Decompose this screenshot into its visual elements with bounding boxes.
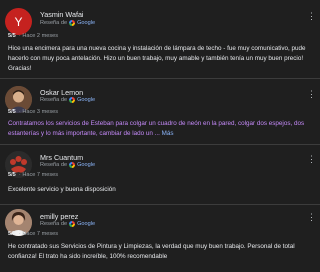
review-card: emilly perez Reseña de Google ⋮ 5/5 · Ha… <box>0 206 320 272</box>
more-options-icon[interactable]: ⋮ <box>307 155 316 164</box>
google-label: Google <box>77 162 96 168</box>
review-source: Reseña de Google <box>40 20 95 26</box>
reviewer-name[interactable]: Mrs Cuantum <box>40 153 83 162</box>
reviewer-name[interactable]: Yasmin Wafai <box>40 10 84 19</box>
reviewer-name[interactable]: Oskar Lemon <box>40 88 83 97</box>
google-icon <box>69 221 76 227</box>
review-source: Reseña de Google <box>40 97 95 103</box>
review-source: Reseña de Google <box>40 221 95 227</box>
google-icon <box>69 97 76 103</box>
more-options-icon[interactable]: ⋮ <box>307 90 316 99</box>
review-text: Contratamos los servicios de Esteban par… <box>8 119 314 139</box>
review-card: Oskar Lemon Reseña de Google ⋮ 5/5 · Hac… <box>0 80 320 144</box>
google-label: Google <box>77 221 96 227</box>
review-time: Hace 7 meses <box>22 231 59 237</box>
review-text: Excelente servicio y buena disposición <box>8 186 116 193</box>
review-source: Reseña de Google <box>40 162 95 168</box>
review-meta: 5/5 · Hace 7 meses <box>8 172 59 178</box>
review-meta: 5/5 · Hace 2 meses <box>8 33 59 39</box>
reviewer-name[interactable]: emilly perez <box>40 212 78 221</box>
review-meta: 5/5 · Hace 3 meses <box>8 109 59 115</box>
review-text-content: Contratamos los servicios de Esteban par… <box>8 120 305 137</box>
review-source-label: Reseña de <box>40 221 68 227</box>
google-label: Google <box>77 20 96 26</box>
review-source-label: Reseña de <box>40 20 68 26</box>
rating: 5/5 <box>8 172 16 178</box>
rating: 5/5 <box>8 231 16 237</box>
more-options-icon[interactable]: ⋮ <box>307 12 316 21</box>
more-options-icon[interactable]: ⋮ <box>307 213 316 222</box>
more-link[interactable]: Más <box>162 130 174 137</box>
review-source-label: Reseña de <box>40 97 68 103</box>
review-text: He contratado sus Servicios de Pintura y… <box>8 243 295 260</box>
review-time: Hace 2 meses <box>22 33 59 39</box>
review-time: Hace 3 meses <box>22 109 59 115</box>
divider <box>0 204 320 205</box>
avatar-initial: Y <box>14 14 23 29</box>
divider <box>0 78 320 79</box>
review-card: Y Yasmin Wafai Reseña de Google ⋮ 5/5 · … <box>0 0 320 76</box>
google-icon <box>69 162 76 168</box>
divider <box>0 144 320 145</box>
review-source-label: Reseña de <box>40 162 68 168</box>
google-icon <box>69 20 76 26</box>
avatar[interactable]: Y <box>5 8 32 35</box>
rating: 5/5 <box>8 33 16 39</box>
review-time: Hace 7 meses <box>22 172 59 178</box>
google-label: Google <box>77 97 96 103</box>
review-text: Hice una encimera para una nueva cocina … <box>8 45 306 72</box>
review-meta: 5/5 · Hace 7 meses <box>8 231 59 237</box>
rating: 5/5 <box>8 109 16 115</box>
review-card: Mrs Cuantum Reseña de Google ⋮ 5/5 · Hac… <box>0 146 320 204</box>
